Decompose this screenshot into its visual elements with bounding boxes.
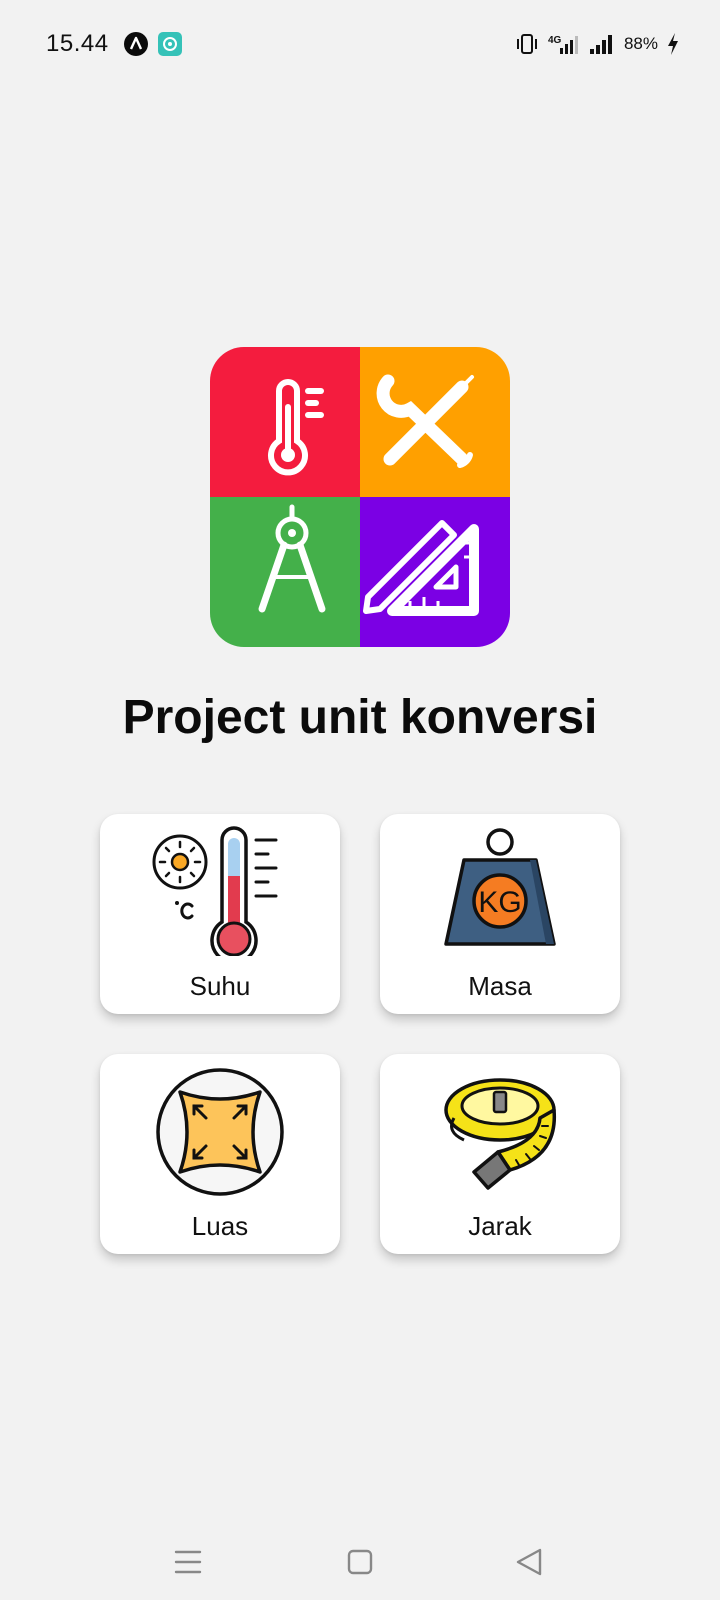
luas-card[interactable]: Luas	[100, 1054, 340, 1254]
signal-4g-icon: 4G	[548, 35, 578, 54]
svg-text:KG: KG	[478, 886, 521, 919]
navigation-bar	[0, 1530, 720, 1600]
app-logo	[210, 347, 510, 647]
notification-a-icon	[124, 32, 148, 56]
suhu-label: Suhu	[189, 971, 251, 1001]
charging-icon	[668, 33, 678, 55]
vibrate-icon	[516, 34, 537, 54]
signal-icon	[589, 35, 612, 54]
status-time: 15.44	[46, 30, 109, 57]
masa-label: Masa	[468, 971, 532, 1001]
status-bar: 15.44 4G 88%	[0, 0, 720, 88]
jarak-label: Jarak	[468, 1211, 532, 1241]
thermometer-icon	[152, 826, 278, 956]
notification-b-icon	[158, 32, 182, 56]
luas-label: Luas	[191, 1211, 249, 1241]
area-icon	[156, 1068, 284, 1196]
menu-icon[interactable]	[168, 1542, 208, 1582]
battery-level: 88%	[623, 34, 658, 53]
app-title: Project unit konversi	[122, 691, 598, 744]
masa-card[interactable]: KG Masa	[380, 814, 620, 1014]
kg-weight-icon: KG	[444, 828, 556, 946]
measuring-tape-icon	[444, 1078, 557, 1190]
back-icon[interactable]	[510, 1542, 550, 1582]
screen: 15.44 4G 88% Project unit konversi Suhu …	[0, 0, 720, 1600]
suhu-card[interactable]: Suhu	[100, 814, 340, 1014]
network-type-label: 4G	[548, 35, 562, 46]
status-icons: 4G 88%	[516, 30, 680, 58]
jarak-card[interactable]: Jarak	[380, 1054, 620, 1254]
home-icon[interactable]	[340, 1542, 380, 1582]
